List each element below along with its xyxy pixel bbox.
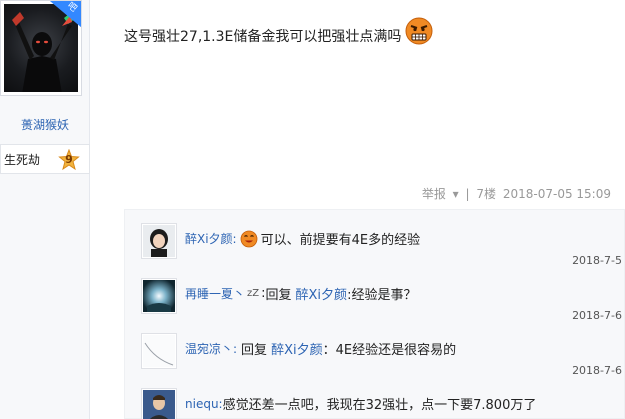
avatar-image — [4, 4, 78, 92]
avatar-image — [143, 335, 175, 367]
reply-to-user[interactable]: 醉Xi夕颜 — [296, 284, 348, 303]
meta-separator: | — [465, 187, 470, 201]
comment-username[interactable]: 再睡一夏丶 — [185, 285, 245, 302]
comment-body: niequ: 感觉还差一点吧，我现在32强壮，点一下要7.800万了 — [185, 394, 537, 414]
comment-avatar[interactable] — [141, 333, 177, 369]
reply-word: 回复 — [241, 343, 268, 358]
comment-avatar[interactable] — [141, 278, 177, 314]
level-number: 9 — [65, 153, 73, 166]
post-text: 这号强壮27,1.3E储备金我可以把强壮点满吗 — [124, 29, 402, 45]
avatar-image — [143, 280, 175, 312]
sleep-badge-icon: zZ — [247, 288, 260, 299]
comment-username[interactable]: 醉Xi夕颜: — [185, 230, 237, 247]
comment-body: 温宛凉丶: 回复 醉Xi夕颜 ：4E经验还是很容易的 — [185, 339, 456, 358]
comment-avatar[interactable] — [141, 223, 177, 259]
reply-word: 回复 — [265, 288, 292, 303]
comment-text: ：4E经验还是很容易的 — [322, 343, 457, 358]
post-content: 这号强壮27,1.3E储备金我可以把强壮点满吗 — [124, 17, 433, 46]
angry-face-emoji-icon — [405, 17, 433, 45]
comment-body: 醉Xi夕颜: 可以、前提要有4E多的经验 — [185, 229, 420, 248]
username[interactable]: 蒉湖猴妖 — [0, 116, 90, 133]
comment-list: 醉Xi夕颜: 可以、前提要有4E多的经验 2018-7-5 再睡一夏丶 zZ:… — [124, 209, 625, 419]
comment-username[interactable]: 温宛凉丶: — [185, 340, 237, 357]
level-badge: 9 — [58, 148, 80, 171]
comment-text: :经验是事？ — [347, 288, 417, 303]
post-timestamp: 2018-07-05 15:09 — [502, 187, 611, 201]
comment-date: 2018-7-6 — [572, 309, 622, 322]
avatar-image — [143, 390, 175, 419]
comment-date: 2018-7-5 — [572, 254, 622, 267]
level-row: 生死劫 9 — [0, 144, 90, 174]
user-avatar[interactable]: 吧 — [0, 0, 82, 96]
report-link[interactable]: 举报 — [422, 187, 446, 201]
floor-number: 7楼 — [476, 187, 497, 201]
comment-text: 可以、前提要有4E多的经验 — [260, 233, 421, 248]
avatar-figure-icon — [12, 10, 76, 92]
comment-avatar[interactable] — [141, 388, 177, 419]
avatar-image — [143, 225, 175, 257]
comment-text: 感觉还差一点吧，我现在32强壮，点一下要7.800万了 — [222, 398, 537, 413]
level-title: 生死劫 — [4, 152, 41, 167]
comment-date: 2018-7-6 — [572, 364, 622, 377]
reply-to-user[interactable]: 醉Xi夕颜 — [271, 339, 323, 358]
comment-username[interactable]: niequ: — [185, 397, 223, 411]
user-panel: 吧 蒉湖猴妖 生死劫 9 — [0, 0, 90, 419]
post-meta: 举报 ▾ | 7楼 2018-07-05 15:09 — [419, 185, 611, 202]
report-dropdown-icon[interactable]: ▾ — [453, 187, 459, 201]
comment-body: 再睡一夏丶 zZ : 回复 醉Xi夕颜 :经验是事？ — [185, 284, 416, 303]
happy-face-emoji-icon — [240, 230, 258, 247]
